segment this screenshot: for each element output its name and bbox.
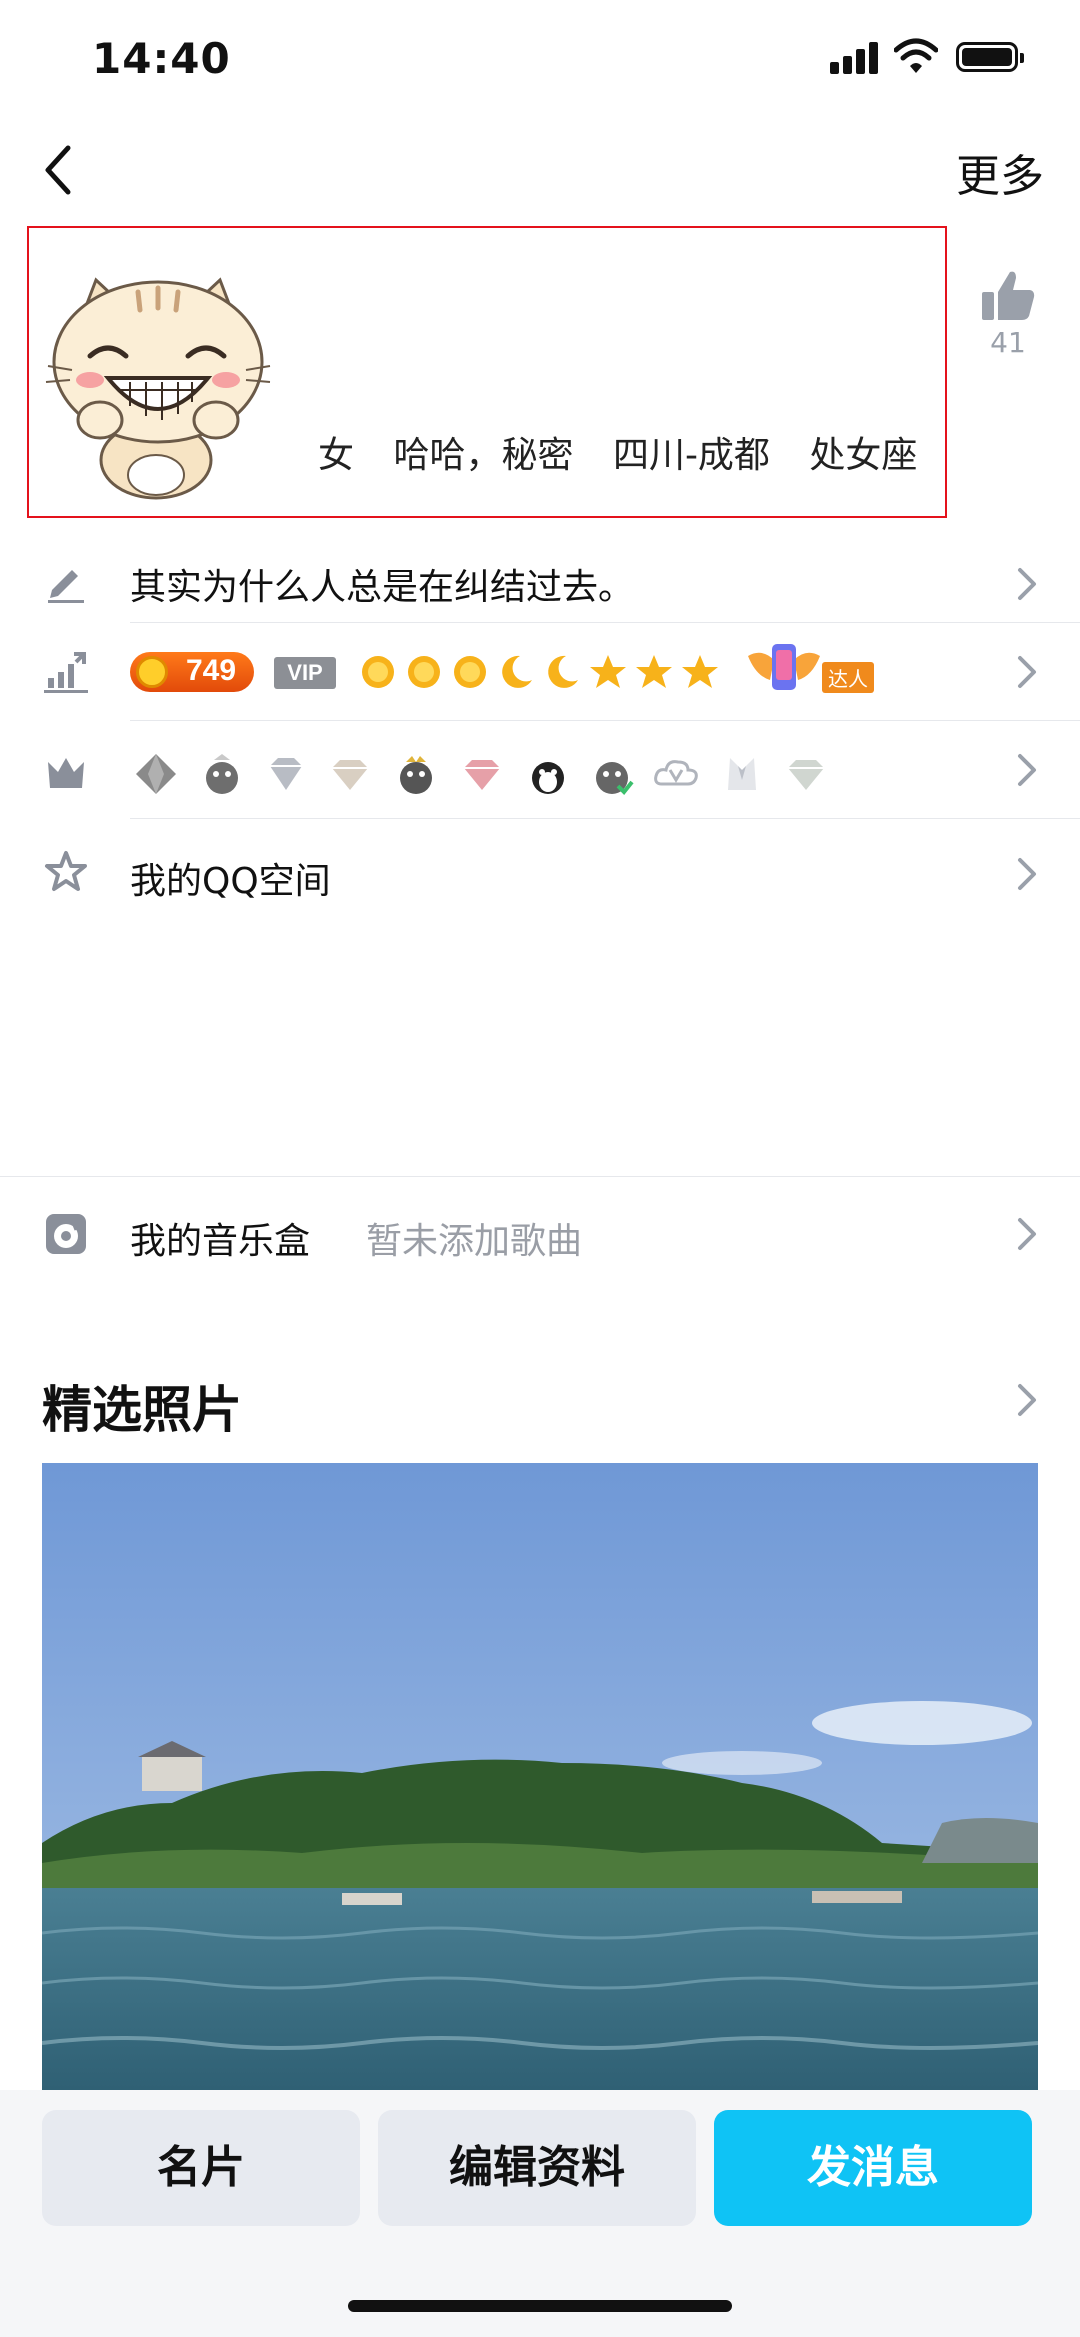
penguin-badge-icon: [596, 762, 634, 795]
signal-icon: [830, 40, 880, 74]
chevron-right-icon[interactable]: [1012, 1380, 1040, 1420]
home-indicator[interactable]: [348, 2300, 732, 2312]
profile-info: 女 哈哈，秘密 四川-成都 处女座: [318, 426, 945, 478]
chevron-right-icon: [1018, 858, 1036, 890]
diamond-icon: [332, 760, 368, 790]
photos-title: 精选照片: [42, 1381, 242, 1439]
moon-icon: [548, 655, 578, 688]
music-sub: 暂未添加歌曲: [366, 1221, 583, 1262]
profile-location: 四川-成都: [612, 435, 770, 476]
daren-label: 达人: [822, 662, 874, 693]
thumbs-up-icon[interactable]: [980, 268, 1036, 324]
battery-icon: [956, 42, 1024, 72]
level-number: 749: [186, 654, 237, 687]
moon-icon: [502, 655, 532, 688]
vip-tag: VIP: [274, 657, 336, 689]
sun-icon: [408, 656, 440, 688]
signature-text: 其实为什么人总是在纠结过去。: [130, 567, 635, 608]
sun-icon: [454, 656, 486, 688]
profile-gender: 女: [318, 435, 355, 476]
star-icon: [45, 851, 87, 891]
suit-icon: [728, 758, 756, 790]
chevron-right-icon: [1018, 568, 1036, 600]
status-time: 14:40: [92, 34, 231, 83]
qzone-row[interactable]: 我的QQ空间: [0, 830, 1080, 920]
more-button[interactable]: 更多: [956, 140, 1044, 204]
edit-profile-button[interactable]: 编辑资料: [378, 2110, 696, 2226]
penguin-badge-icon: [400, 756, 432, 794]
divider: [130, 622, 1080, 623]
penguin-badge-icon: [206, 754, 238, 794]
gray-gem-icon: [136, 754, 176, 794]
card-button[interactable]: 名片: [42, 2110, 360, 2226]
music-row[interactable]: 我的音乐盒 暂未添加歌曲: [0, 1186, 1080, 1282]
divider: [130, 720, 1080, 721]
crown-icon: [48, 758, 84, 788]
avatar[interactable]: [38, 270, 278, 500]
profile-zodiac: 处女座: [809, 435, 918, 476]
like-count: 41: [990, 326, 1026, 359]
featured-photo[interactable]: [42, 1463, 1038, 2090]
qzone-label: 我的QQ空间: [130, 861, 331, 902]
penguin-badge-icon: [532, 762, 564, 794]
winged-badge-icon: [748, 644, 820, 690]
chevron-right-icon: [1018, 1218, 1036, 1250]
profile-age: 哈哈，秘密: [393, 435, 574, 476]
bar-chart-icon: [44, 652, 88, 693]
pink-diamond-icon: [464, 760, 500, 790]
back-icon[interactable]: [38, 140, 78, 200]
status-bar: 14:40: [0, 0, 1080, 120]
wifi-icon: [894, 38, 938, 73]
diamond-icon: [788, 760, 824, 790]
star-icon: [590, 655, 626, 688]
send-message-button[interactable]: 发消息: [714, 2110, 1032, 2226]
chevron-right-icon: [1018, 754, 1036, 786]
divider: [0, 1176, 1080, 1177]
divider: [130, 818, 1080, 819]
star-icon: [682, 655, 718, 688]
pencil-icon: [48, 570, 84, 603]
music-label: 我的音乐盒: [130, 1221, 311, 1262]
cloud-v-icon: [654, 760, 698, 786]
chevron-right-icon: [1018, 656, 1036, 688]
music-disc-icon: [46, 1214, 86, 1254]
star-icon: [636, 655, 672, 688]
signature-row[interactable]: 其实为什么人总是在纠结过去。: [0, 548, 1080, 620]
sun-icon: [362, 656, 394, 688]
diamond-icon: [270, 758, 302, 790]
